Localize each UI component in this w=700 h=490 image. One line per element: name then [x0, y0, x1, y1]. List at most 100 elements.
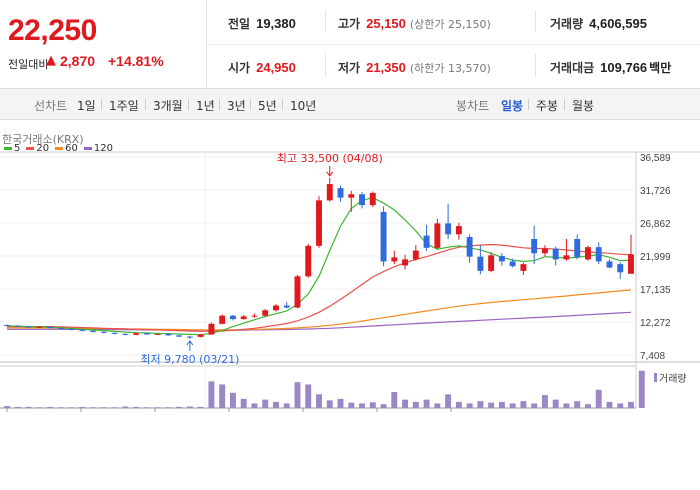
volume-bar [402, 399, 409, 408]
volume-bar [154, 407, 161, 409]
volume-bar [520, 401, 527, 408]
candle-body [380, 211, 387, 262]
ma20-line [7, 243, 632, 332]
y-tick-label: 31,726 [640, 186, 671, 197]
candle-body [477, 256, 484, 271]
volume-bar [294, 382, 301, 408]
candle-body [283, 305, 290, 308]
candle-body [359, 194, 365, 206]
candle-body [25, 326, 32, 328]
candle-body [423, 235, 430, 248]
candle-body [273, 305, 279, 311]
candle-body [14, 325, 21, 327]
candle-body [219, 315, 226, 324]
candle-body [563, 255, 570, 260]
volume-bar [305, 384, 312, 408]
volume-bar [79, 406, 86, 408]
ma120-line [7, 311, 632, 331]
candle-body [520, 264, 527, 271]
volume-bar [563, 403, 570, 408]
volume-bar [133, 406, 140, 408]
candle-body [100, 331, 107, 333]
y-tick-label: 21,999 [640, 252, 671, 263]
volume-bar [434, 403, 441, 408]
candle-body [251, 315, 258, 317]
volume-bar [455, 401, 462, 408]
candle-body [79, 329, 86, 331]
volume-bar [369, 402, 376, 408]
volume-bar [380, 404, 387, 408]
candle-body [574, 239, 581, 258]
candle-body [541, 248, 548, 254]
volume-bar [251, 403, 258, 408]
candle-body [552, 248, 559, 260]
candle-body [90, 330, 97, 332]
y-tick-label: 26,862 [640, 219, 671, 230]
volume-bar [531, 403, 538, 408]
candle-body [36, 326, 43, 328]
volume-bar [176, 406, 183, 408]
candle-body [509, 261, 516, 267]
candle-body [466, 236, 473, 257]
volume-bar [391, 392, 398, 408]
volume-bar [47, 406, 53, 408]
candle-body [176, 335, 183, 337]
volume-bar [165, 407, 172, 409]
candle-body [326, 184, 333, 201]
volume-bar [509, 403, 516, 408]
volume-bar [68, 407, 75, 409]
volume-bar [273, 401, 279, 408]
candle-body [133, 333, 140, 335]
candle-body [595, 247, 602, 262]
candle-body [240, 316, 247, 320]
candle-body [369, 192, 376, 206]
volume-bar [348, 402, 355, 408]
volume-bar [326, 400, 333, 408]
candle-body [68, 328, 75, 330]
low-annotation: 최저 9,780 (03/21) [140, 353, 239, 366]
volume-bar [574, 401, 581, 408]
candle-body [316, 200, 322, 246]
volume-legend-label: 거래량 [659, 373, 687, 385]
volume-bar [585, 404, 591, 408]
candle-body [154, 333, 161, 335]
volume-bar [283, 403, 290, 408]
volume-bar [25, 406, 32, 408]
volume-bar [14, 406, 21, 408]
volume-bar [498, 401, 505, 408]
candle-body [617, 264, 624, 273]
candle-body [498, 255, 505, 262]
volume-bar [111, 407, 118, 409]
candle-body [262, 310, 269, 316]
y-tick-label: 36,589 [640, 153, 671, 164]
volume-bar [552, 399, 559, 408]
candle-body [47, 326, 53, 329]
candle-body [434, 223, 441, 248]
volume-bar [197, 406, 204, 408]
candle-body [111, 332, 118, 334]
candle-body [412, 250, 419, 260]
volume-legend-swatch [654, 373, 657, 382]
candle-body [531, 239, 538, 254]
candle-body [143, 333, 150, 335]
volume-bar [208, 381, 215, 408]
candle-body [197, 334, 204, 337]
high-annotation: 최고 33,500 (04/08) [277, 152, 383, 165]
candle-body [455, 226, 462, 235]
candle-body [348, 194, 355, 198]
volume-bar [57, 407, 64, 409]
volume-bar [219, 384, 226, 408]
volume-bar [4, 406, 10, 408]
volume-bar [617, 403, 624, 408]
volume-bar [316, 394, 322, 408]
volume-bar [36, 407, 43, 409]
candle-body [165, 333, 172, 336]
volume-bar [541, 395, 548, 408]
volume-bar [488, 402, 495, 408]
candle-body [122, 333, 129, 335]
candle-body [402, 259, 409, 266]
volume-bar [337, 398, 344, 408]
volume-bar [143, 407, 150, 409]
candle-body [294, 276, 301, 308]
volume-bar [595, 389, 602, 408]
